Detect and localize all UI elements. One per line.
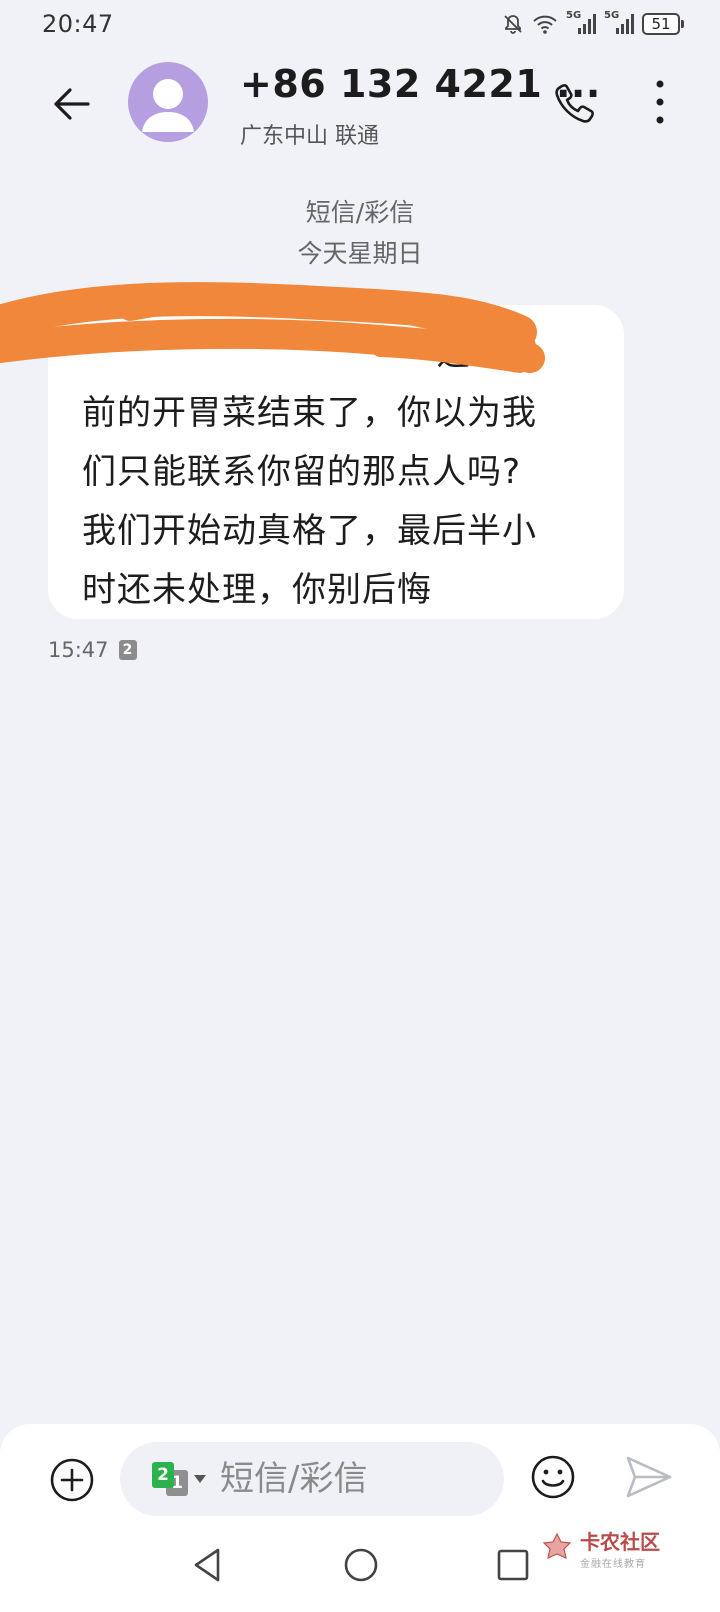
- date-separator: 今天星期日: [297, 239, 423, 268]
- plus-circle-icon: [50, 1458, 94, 1502]
- phone-icon: [555, 84, 594, 123]
- watermark-logo-icon: [542, 1532, 572, 1560]
- triangle-back-icon: [194, 1548, 220, 1582]
- circle-home-icon: [344, 1548, 378, 1582]
- status-time: 20:47: [42, 10, 114, 38]
- nav-home-button[interactable]: [342, 1546, 380, 1588]
- send-button[interactable]: [624, 1454, 674, 1500]
- message-meta: 15:47 2: [48, 638, 137, 662]
- message-time: 15:47: [48, 638, 109, 662]
- message-input-wrapper: 1 2: [120, 1442, 504, 1516]
- contact-location-carrier: 广东中山 联通: [240, 124, 379, 149]
- signal-2-icon: 5G: [604, 10, 634, 36]
- status-icons: 5G 5G 51: [502, 10, 684, 36]
- mute-bell-icon: [502, 13, 524, 35]
- nav-back-button[interactable]: [190, 1546, 224, 1588]
- more-vertical-icon: [656, 80, 664, 124]
- watermark-subtitle: 金融在线教育: [580, 1559, 646, 1570]
- status-bar: 20:47 5G 5G 51: [0, 0, 720, 48]
- more-options-button[interactable]: [640, 76, 680, 128]
- wifi-icon: [532, 13, 558, 35]
- message-type-label: 短信/彩信: [305, 198, 415, 227]
- back-button[interactable]: [48, 80, 96, 128]
- message-text: 之 前的开胃菜结束了，你以为我 们只能联系你留的那点人吗? 我们开始动真格了，最…: [82, 334, 537, 610]
- contact-avatar[interactable]: [128, 62, 208, 142]
- add-attachment-button[interactable]: [48, 1456, 96, 1504]
- caret-down-icon: [194, 1475, 206, 1483]
- signal-1-icon: 5G: [566, 10, 596, 36]
- conversation-header: +86 132 4221 ... 广东中山 联通: [0, 52, 720, 152]
- call-button[interactable]: [552, 80, 598, 126]
- arrow-left-icon: [54, 88, 90, 120]
- send-icon: [626, 1456, 672, 1498]
- watermark: 卡农社区 金融在线教育: [540, 1526, 660, 1570]
- sim-card-icon: 1 2: [152, 1462, 192, 1496]
- watermark-title: 卡农社区: [580, 1530, 660, 1554]
- sim-2-badge: 2: [118, 640, 137, 660]
- person-icon: [142, 79, 194, 132]
- message-input[interactable]: [220, 1459, 470, 1499]
- sim-switch-button[interactable]: 1 2: [152, 1462, 208, 1496]
- contact-name[interactable]: +86 132 4221 ...: [240, 62, 601, 106]
- smiley-icon: [531, 1455, 575, 1499]
- square-recents-icon: [497, 1549, 529, 1581]
- message-bubble[interactable]: 之 前的开胃菜结束了，你以为我 们只能联系你留的那点人吗? 我们开始动真格了，最…: [48, 305, 624, 619]
- nav-recents-button[interactable]: [496, 1548, 530, 1586]
- sim-front-label: 2: [152, 1462, 174, 1488]
- battery-icon: 51: [642, 13, 684, 35]
- emoji-button[interactable]: [528, 1452, 578, 1502]
